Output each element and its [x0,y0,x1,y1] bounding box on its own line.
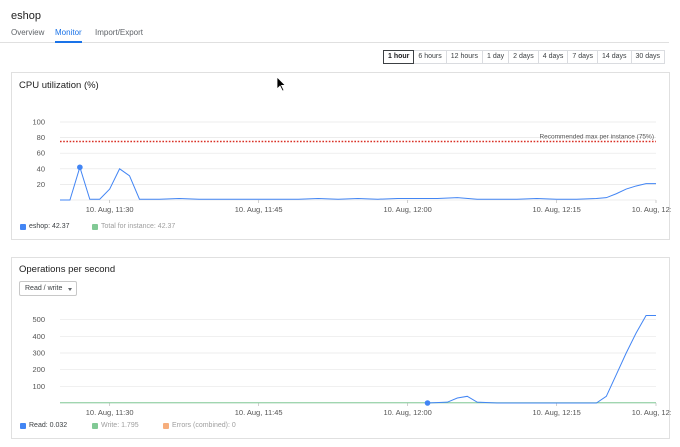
range-2-days[interactable]: 2 days [508,50,539,64]
x-tick-label: 10. Aug, 12:15 [532,408,580,417]
y-tick-label: 40 [37,164,45,173]
range-1-hour[interactable]: 1 hour [383,50,415,64]
series-marker [77,164,83,171]
range-7-days[interactable]: 7 days [567,50,598,64]
legend-eshop[interactable]: eshop: 42.37 [20,223,69,230]
mouse-pointer-icon [276,76,286,92]
range-14-days[interactable]: 14 days [597,50,632,64]
x-tick-label: 10. Aug, 12:00 [383,408,431,417]
tab-overview[interactable]: Overview [11,28,44,43]
cpu-utilization-panel: CPU utilization (%) 20 40 60 80 100 10. Aug, … [11,72,671,240]
legend-swatch-green [92,422,98,429]
legend-swatch-green [92,223,98,230]
legend-write[interactable]: Write: 1.795 [92,422,139,429]
operations-chart: 100 200 300 400 500 10. Aug, 11:30 10. Aug, 11… [32,315,671,417]
tab-monitor[interactable]: Monitor [55,28,82,43]
range-6-hours[interactable]: 6 hours [413,50,447,64]
y-tick-label: 200 [32,365,45,374]
y-tick-label: 400 [32,332,45,341]
legend-errors[interactable]: Errors (combined): 0 [163,422,236,429]
range-1-day[interactable]: 1 day [482,50,510,64]
y-tick-label: 500 [32,315,45,324]
legend-errors-label: Errors (combined): 0 [172,422,236,429]
tab-bar: Overview Monitor Import/Export [0,28,669,43]
x-tick-label: 10. Aug, 12:25 [632,408,671,417]
legend-swatch-blue [20,223,26,230]
range-12-hours[interactable]: 12 hours [445,50,483,64]
time-range-selector: 1 hour 6 hours 12 hours 1 day 2 days 4 d… [383,50,666,64]
legend-swatch-blue [20,422,26,429]
app-title: eshop [11,10,41,22]
legend-eshop-label: eshop: 42.37 [29,223,70,230]
x-tick-label: 10. Aug, 11:45 [235,205,283,214]
tab-import-export[interactable]: Import/Export [95,28,143,43]
legend-total-instance[interactable]: Total for instance: 42.37 [92,223,175,230]
operations-panel: Operations per second Read / write 100 20… [11,257,671,439]
legend-total-instance-label: Total for instance: 42.37 [101,223,176,230]
series-line-read [427,315,656,404]
legend-read-label: Read: 0.032 [29,422,68,429]
range-30-days[interactable]: 30 days [630,50,666,64]
series-line-eshop [60,165,656,201]
x-tick-label: 10. Aug, 12:00 [383,205,431,214]
series-marker [424,400,431,406]
y-tick-label: 100 [32,382,45,391]
x-tick-label: 10. Aug, 11:30 [86,408,134,417]
y-tick-label: 20 [37,180,45,189]
x-tick-label: 10. Aug, 11:45 [235,408,283,417]
y-tick-label: 80 [37,133,45,142]
x-tick-label: 10. Aug, 12:15 [532,205,580,214]
x-tick-label: 10. Aug, 11:30 [86,205,134,214]
threshold-label: Recommended max per instance (75%) [539,134,654,141]
legend-swatch-orange [163,422,169,429]
x-tick-label: 10. Aug, 12:25 [632,205,671,214]
y-tick-label: 300 [32,349,45,358]
y-tick-label: 100 [32,118,45,127]
legend-write-label: Write: 1.795 [101,422,139,429]
range-4-days[interactable]: 4 days [537,50,569,64]
legend-read[interactable]: Read: 0.032 [20,422,67,429]
y-tick-label: 60 [37,149,45,158]
cpu-utilization-chart: 20 40 60 80 100 10. Aug, 11:30 10. Aug, 11:45 1… [32,118,671,215]
